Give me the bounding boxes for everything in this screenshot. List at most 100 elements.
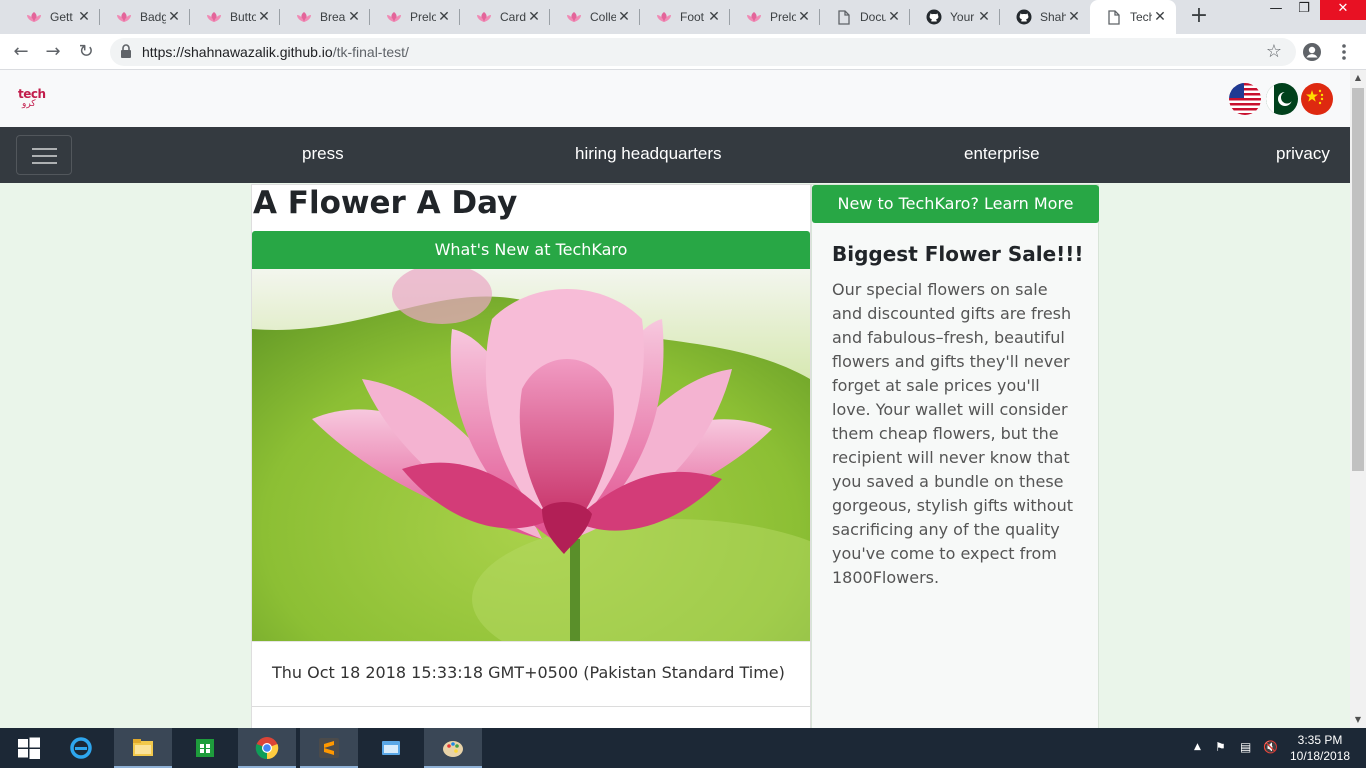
nav-link-enterprise[interactable]: enterprise [964,144,1040,164]
lotus-icon [296,9,312,25]
browser-tab[interactable]: Your ✕ [910,0,1000,34]
github-icon [926,9,942,25]
tab-active[interactable]: Tech✕ [1090,0,1176,34]
taskbar-app-window[interactable] [362,728,420,768]
taskbar-chrome[interactable] [238,728,296,768]
scroll-down-arrow-icon[interactable]: ▼ [1350,712,1366,728]
nav-link-privacy[interactable]: privacy [1276,144,1330,164]
tab-close-icon[interactable]: ✕ [1152,9,1168,25]
profile-icon[interactable] [1302,42,1322,62]
sidebar: New to TechKaro? Learn More Biggest Flow… [811,184,1099,728]
tab-close-icon[interactable]: ✕ [76,9,92,25]
page-scrollbar[interactable]: ▲ ▼ [1350,70,1366,728]
network-icon[interactable]: ▤ [1240,740,1251,754]
tab-title: Butto [230,10,256,24]
page-title: A Flower A Day [253,185,518,221]
lotus-icon [656,9,672,25]
chrome-icon [255,737,279,760]
reload-button[interactable]: ↻ [74,41,98,63]
taskbar-clock[interactable]: 3:35 PM 10/18/2018 [1286,732,1354,764]
taskbar-file-explorer[interactable] [114,728,172,768]
tab-close-icon[interactable]: ✕ [886,9,902,25]
pakistan-flag-icon[interactable] [1266,83,1298,115]
sidebar-text: Our special flowers on sale and discount… [832,280,1074,587]
site-header: tech کرو [0,70,1350,127]
browser-tab[interactable]: Gett ✕ [10,0,100,34]
tab-close-icon[interactable]: ✕ [1066,9,1082,25]
tab-close-icon[interactable]: ✕ [436,9,452,25]
lotus-icon [476,9,492,25]
browser-tab[interactable]: Foot ✕ [640,0,730,34]
document-icon [1106,9,1122,25]
tab-title: Your [950,10,975,24]
lotus-icon [26,9,42,25]
china-flag-icon[interactable] [1301,83,1333,115]
tab-close-icon[interactable]: ✕ [796,9,812,25]
back-button[interactable]: ← [9,41,33,63]
restore-button[interactable]: ❐ [1290,0,1318,20]
windows-logo-icon [18,737,40,759]
learn-more-button[interactable]: New to TechKaro? Learn More [812,185,1099,223]
volume-muted-icon[interactable]: 🔇 [1263,740,1278,754]
tab-close-icon[interactable]: ✕ [976,9,992,25]
tab-title: Gett [50,10,73,24]
clock-time: 3:35 PM [1297,733,1343,747]
current-date-text: Thu Oct 18 2018 15:33:18 GMT+0500 (Pakis… [272,663,785,682]
taskbar-sublime-text[interactable] [300,728,358,768]
techkaro-logo[interactable]: tech کرو [18,87,46,113]
lotus-icon [746,9,762,25]
tab-close-icon[interactable]: ✕ [256,9,272,25]
forward-button[interactable]: → [41,41,65,63]
site-navbar: press hiring headquarters enterprise pri… [0,127,1350,183]
tab-close-icon[interactable]: ✕ [526,9,542,25]
clock-date: 10/18/2018 [1289,749,1351,763]
browser-tab[interactable]: Brea ✕ [280,0,370,34]
lotus-icon [206,9,222,25]
address-bar[interactable]: https://shahnawazalik.github.io/tk-final… [110,38,1296,66]
sidebar-heading: Biggest Flower Sale!!! [832,242,1084,266]
us-flag-icon[interactable] [1229,83,1261,115]
browser-tab[interactable]: Colle ✕ [550,0,640,34]
date-card: Thu Oct 18 2018 15:33:18 GMT+0500 (Pakis… [252,641,810,707]
whats-new-banner[interactable]: What's New at TechKaro [252,231,810,269]
tray-overflow-icon[interactable]: ▲ [1194,742,1201,752]
scroll-up-arrow-icon[interactable]: ▲ [1350,70,1366,86]
nav-link-press[interactable]: press [302,144,344,164]
main-content: A Flower A Day What's New at TechKaro Th… [251,184,872,728]
nav-link-hiring-headquarters[interactable]: hiring headquarters [575,144,721,164]
start-button[interactable] [0,728,58,768]
minimize-button[interactable]: — [1262,0,1290,20]
tab-title: Foot [680,10,705,24]
paint-palette-icon [443,741,463,757]
tab-close-icon[interactable]: ✕ [706,9,722,25]
browser-tab[interactable]: Docu ✕ [820,0,910,34]
browser-tab[interactable]: Shah ✕ [1000,0,1090,34]
scrollbar-thumb[interactable] [1352,88,1364,471]
hamburger-menu-button[interactable] [16,135,72,175]
tab-close-icon[interactable]: ✕ [166,9,182,25]
tab-close-icon[interactable]: ✕ [616,9,632,25]
github-icon [1016,9,1032,25]
browser-tab[interactable]: Butto ✕ [190,0,280,34]
new-tab-button[interactable]: + [1186,4,1212,30]
more-menu-icon[interactable] [1334,42,1354,62]
taskbar: ▲ ⚑ ▤ 🔇 3:35 PM 10/18/2018 [0,728,1366,768]
close-window-button[interactable]: ✕ [1320,0,1366,20]
tab-close-icon[interactable]: ✕ [346,9,362,25]
tab-strip: Gett ✕ Badg ✕ Butto ✕ Brea ✕ Prelo ✕ Card ✕ Colle ✕ Fo… [0,0,1366,34]
tab-title: Shah [1040,10,1066,24]
action-center-flag-icon[interactable]: ⚑ [1215,740,1226,754]
taskbar-store[interactable] [176,728,234,768]
browser-tab[interactable]: Badg ✕ [100,0,190,34]
browser-tab[interactable]: Prelo ✕ [370,0,460,34]
browser-tab[interactable]: Prelo ✕ [730,0,820,34]
taskbar-paint[interactable] [424,728,482,768]
lotus-flower-image [252,264,872,679]
bookmark-star-icon[interactable]: ☆ [1266,41,1282,62]
tab-title: Colle [590,10,616,24]
taskbar-internet-explorer[interactable] [52,728,110,768]
folder-icon [133,739,153,756]
page-viewport: tech کرو press hiring headquarters enter… [0,70,1350,728]
browser-tab[interactable]: Card ✕ [460,0,550,34]
lotus-icon [386,9,402,25]
